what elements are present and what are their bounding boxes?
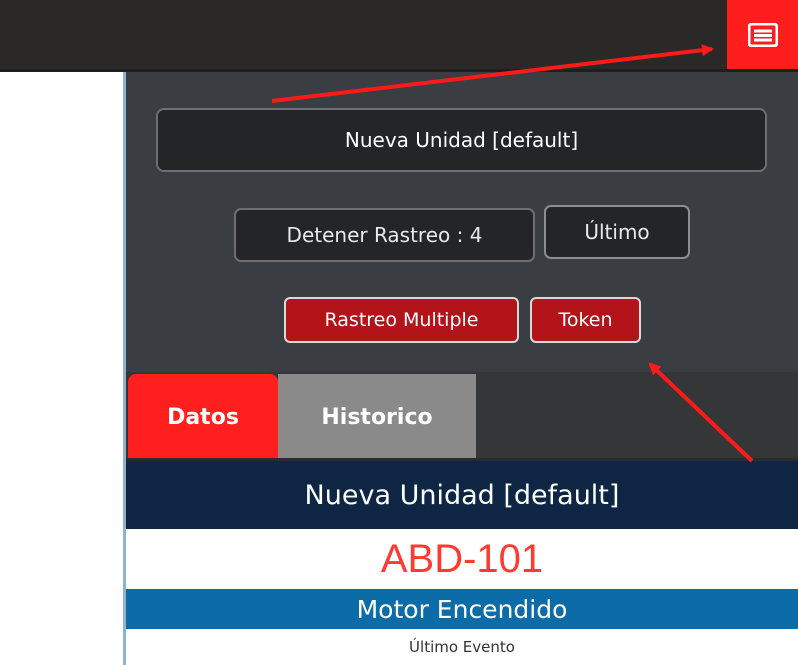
token-button[interactable]: Token [530, 297, 641, 343]
plate-number: ABD-101 [126, 529, 798, 589]
last-button[interactable]: Último [544, 205, 690, 259]
tab-historico[interactable]: Historico [278, 374, 476, 460]
tab-datos[interactable]: Datos [128, 374, 278, 460]
top-bar [0, 0, 798, 70]
last-event-label: Último Evento [126, 629, 798, 665]
multiple-tracking-button[interactable]: Rastreo Multiple [284, 297, 519, 343]
list-icon [747, 22, 778, 47]
engine-status: Motor Encendido [126, 589, 798, 629]
unit-name-header: Nueva Unidad [default] [126, 461, 798, 529]
left-map-area [0, 72, 123, 665]
stop-tracking-button[interactable]: Detener Rastreo : 4 [234, 208, 535, 262]
unit-selector[interactable]: Nueva Unidad [default] [156, 108, 767, 172]
menu-button[interactable] [727, 0, 798, 69]
